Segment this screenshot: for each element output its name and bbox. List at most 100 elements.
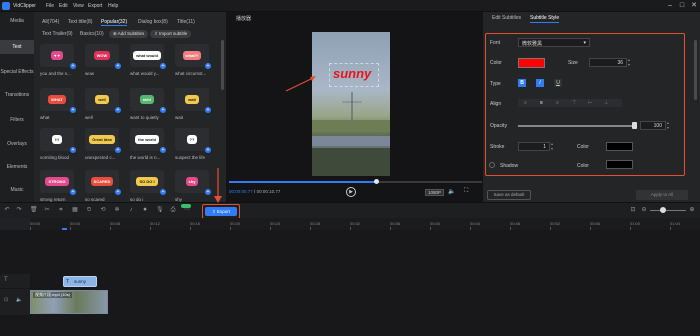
opacity-input[interactable]: 100 — [640, 121, 666, 130]
category-text-title[interactable]: Text title(8) — [68, 19, 92, 25]
zoom-slider-handle[interactable] — [660, 207, 666, 213]
style-panel-scrollbar[interactable] — [694, 40, 697, 100]
shadow-color-swatch[interactable] — [606, 160, 633, 169]
opacity-slider-handle[interactable] — [632, 122, 637, 129]
add-sticker-icon[interactable]: + — [70, 147, 76, 153]
menu-help[interactable]: Help — [108, 3, 118, 9]
nav-overlays[interactable]: Overlays — [0, 141, 34, 147]
add-sticker-icon[interactable]: + — [160, 63, 166, 69]
apply-all-button[interactable]: Apply to All — [636, 190, 688, 200]
category-popular[interactable]: Popular(32) — [101, 19, 128, 26]
track-mute-icon[interactable]: 🔈 — [16, 297, 22, 303]
nav-music[interactable]: Music — [0, 187, 34, 193]
menu-file[interactable]: File — [46, 3, 54, 9]
tab-subtitle-style[interactable]: Subtitle Style — [530, 15, 560, 23]
play-button[interactable]: ▶ — [346, 187, 356, 197]
text-clip[interactable]: T sunny — [63, 276, 97, 287]
fit-timeline-icon[interactable]: ⊡ — [630, 207, 636, 213]
sticker-thumbnail[interactable]: shh! — [130, 88, 164, 111]
add-sticker-icon[interactable]: + — [205, 189, 211, 195]
category-title[interactable]: Title(11) — [177, 19, 195, 25]
sticker-thumbnail[interactable]: !!! — [40, 128, 74, 151]
export-button[interactable]: ⇪ Export — [205, 207, 237, 216]
add-sticker-icon[interactable]: + — [115, 107, 121, 113]
add-sticker-icon[interactable]: + — [205, 107, 211, 113]
opacity-stepper[interactable]: ▴ ▾ — [667, 120, 669, 130]
align-center-icon[interactable]: ≡ — [540, 100, 543, 106]
import-subtitle-button[interactable]: ⇪ Import subtitle — [150, 30, 192, 38]
stroke-color-swatch[interactable] — [606, 142, 633, 151]
music-icon[interactable]: ♪ — [128, 207, 134, 213]
add-sticker-icon[interactable]: + — [115, 147, 121, 153]
zoom-out-icon[interactable]: ⊖ — [641, 207, 647, 213]
freeze-icon[interactable]: ❄ — [114, 207, 120, 213]
menu-export[interactable]: Export — [88, 3, 102, 9]
add-subtitles-button[interactable]: ⊕ Add Subtitles — [109, 30, 149, 38]
record-icon[interactable]: ⏺ — [142, 207, 148, 213]
italic-toggle[interactable]: I — [536, 79, 544, 87]
nav-transitions[interactable]: Transitions — [0, 92, 34, 98]
underline-toggle[interactable]: U — [554, 79, 562, 87]
category-all[interactable]: All(704) — [42, 19, 59, 25]
add-sticker-icon[interactable]: + — [70, 189, 76, 195]
align-options[interactable]: ≡ ≡ ≡ ⊤ ⊢ ⊥ — [518, 99, 622, 107]
save-default-button[interactable]: Save as default — [487, 190, 531, 200]
category-dialog-box[interactable]: Dialog box(8) — [138, 19, 168, 25]
sticker-thumbnail[interactable]: WOW — [85, 44, 119, 67]
speed-icon[interactable]: ⏲ — [86, 207, 92, 213]
nav-elements[interactable]: Elements — [0, 164, 34, 170]
stroke-input[interactable]: 1 — [518, 142, 550, 151]
nav-text[interactable]: Text — [0, 40, 34, 54]
align-middle-icon[interactable]: ⊢ — [588, 100, 592, 106]
menu-edit[interactable]: Edit — [59, 3, 68, 9]
add-sticker-icon[interactable]: + — [115, 63, 121, 69]
add-sticker-icon[interactable]: + — [70, 63, 76, 69]
align-top-icon[interactable]: ⊤ — [572, 100, 576, 106]
green-toggle[interactable] — [181, 204, 191, 208]
delete-icon[interactable]: 🗑 — [30, 207, 38, 213]
zoom-slider[interactable] — [650, 210, 686, 211]
video-clip[interactable]: 视频片段.mp4 (10s) — [30, 290, 108, 314]
category-basics[interactable]: Basics(10) — [80, 31, 104, 37]
menu-view[interactable]: View — [73, 3, 84, 9]
shadow-checkbox[interactable] — [489, 162, 495, 168]
font-select[interactable]: 微软雅黑 ▾ — [518, 38, 590, 47]
zoom-in-icon[interactable]: ⊕ — [689, 207, 695, 213]
sticker-thumbnail[interactable]: what?! — [175, 44, 209, 67]
undo-icon[interactable]: ↶ — [4, 207, 10, 213]
sticker-thumbnail[interactable]: well — [85, 88, 119, 111]
sticker-thumbnail[interactable]: SCARED — [85, 170, 119, 193]
sticker-thumbnail[interactable]: WHAT — [40, 88, 74, 111]
align-bottom-icon[interactable]: ⊥ — [604, 100, 608, 106]
quality-select[interactable]: 1080P — [425, 189, 445, 196]
add-sticker-icon[interactable]: + — [115, 189, 121, 195]
sticker-thumbnail[interactable]: STRONG — [40, 170, 74, 193]
sticker-thumbnail[interactable]: shy — [175, 170, 209, 193]
split-icon[interactable]: ✂ — [44, 207, 50, 213]
sticker-thumbnail[interactable]: ♥ ♥ — [40, 44, 74, 67]
align-left-icon[interactable]: ≡ — [524, 100, 527, 106]
crop-icon[interactable]: ⌗ — [58, 207, 64, 213]
size-input[interactable]: 36 — [589, 58, 627, 67]
mosaic-icon[interactable]: ▦ — [72, 207, 78, 213]
track-visibility-icon[interactable]: ⊡ — [4, 297, 8, 303]
playback-scrubber[interactable] — [373, 179, 379, 184]
sticker-thumbnail[interactable]: the world — [130, 128, 164, 151]
library-scrollbar[interactable] — [221, 40, 224, 90]
minimize-button[interactable]: – — [665, 2, 675, 10]
category-text-trailer[interactable]: Text Trailer(9) — [42, 31, 73, 37]
sticker-thumbnail[interactable]: ?? — [175, 128, 209, 151]
add-sticker-icon[interactable]: + — [160, 107, 166, 113]
opacity-slider[interactable] — [518, 125, 636, 127]
tab-edit-subtitles[interactable]: Edit Subtitles — [492, 15, 521, 21]
nav-special-effects[interactable]: Special Effects — [0, 69, 34, 75]
mic-icon[interactable]: 🎙 — [156, 207, 164, 213]
overlay-text[interactable]: sunny — [333, 66, 371, 81]
sticker-thumbnail[interactable]: wait — [175, 88, 209, 111]
rotate-icon[interactable]: ⟲ — [100, 207, 106, 213]
add-sticker-icon[interactable]: + — [205, 63, 211, 69]
stroke-stepper[interactable]: ▴ ▾ — [551, 141, 553, 151]
playback-progress-track[interactable] — [229, 181, 482, 183]
add-sticker-icon[interactable]: + — [70, 107, 76, 113]
fullscreen-icon[interactable]: ⛶ — [464, 188, 468, 195]
